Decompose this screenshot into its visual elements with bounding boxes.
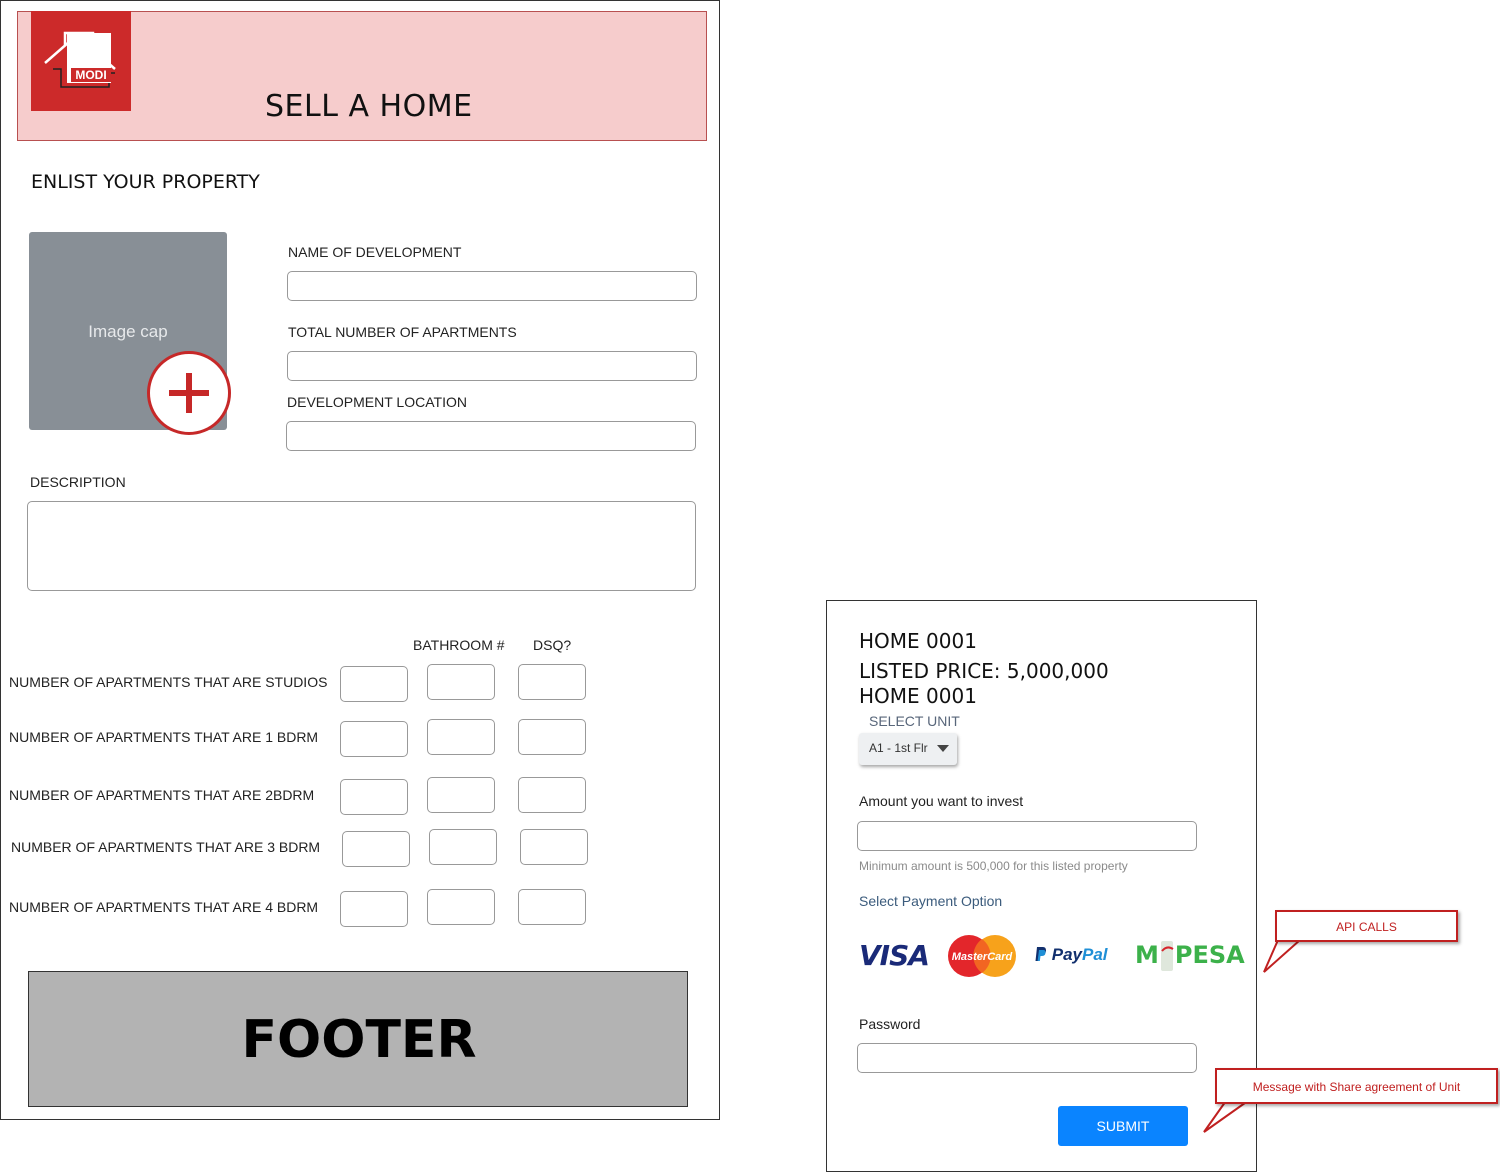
3bdrm-count-input[interactable] <box>342 831 410 867</box>
plus-icon <box>169 373 209 413</box>
studio-row-label: NUMBER OF APARTMENTS THAT ARE STUDIOS <box>9 674 328 690</box>
studio-bathroom-input[interactable] <box>427 664 495 700</box>
total-apartments-label: TOTAL NUMBER OF APARTMENTS <box>288 324 517 340</box>
footer-text: FOOTER <box>241 1010 477 1070</box>
logo-text: MODI <box>75 68 106 82</box>
mastercard-icon: MasterCard <box>948 935 1016 977</box>
4bdrm-bathroom-input[interactable] <box>427 889 495 925</box>
image-placeholder-label: Image cap <box>88 322 168 341</box>
visa-option[interactable]: VISA <box>859 939 930 972</box>
paypal-option[interactable]: PayPal <box>1035 945 1108 965</box>
modi-logo: MODI <box>31 11 131 111</box>
select-unit-label: SELECT UNIT <box>869 713 960 729</box>
invest-panel: HOME 0001 LISTED PRICE: 5,000,000 HOME 0… <box>826 600 1257 1172</box>
password-input[interactable] <box>857 1043 1197 1073</box>
3bdrm-bathroom-input[interactable] <box>429 829 497 865</box>
dsq-column-header: DSQ? <box>533 637 572 653</box>
page-footer: FOOTER <box>28 971 688 1107</box>
submit-button[interactable]: SUBMIT <box>1058 1106 1188 1146</box>
4bdrm-dsq-input[interactable] <box>518 889 586 925</box>
invest-amount-label: Amount you want to invest <box>859 793 1024 809</box>
total-apartments-input[interactable] <box>287 351 697 381</box>
minimum-amount-note: Minimum amount is 500,000 for this liste… <box>859 859 1128 873</box>
password-label: Password <box>859 1016 921 1032</box>
house-logo-icon: MODI <box>44 31 116 88</box>
sell-home-panel: MODI SELL A HOME ENLIST YOUR PROPERTY Im… <box>0 0 720 1120</box>
share-agreement-callout: Message with Share agreement of Unit <box>1215 1068 1498 1104</box>
2bdrm-bathroom-input[interactable] <box>427 777 495 813</box>
mpesa-text-m: M <box>1135 941 1159 969</box>
invest-amount-input[interactable] <box>857 821 1197 851</box>
caret-down-icon <box>937 745 949 752</box>
4bdrm-count-input[interactable] <box>340 891 408 927</box>
development-name-label: NAME OF DEVELOPMENT <box>288 244 462 260</box>
1bdrm-bathroom-input[interactable] <box>427 719 495 755</box>
unit-select-value: A1 - 1st Flr <box>869 741 928 755</box>
4bdrm-row-label: NUMBER OF APARTMENTS THAT ARE 4 BDRM <box>9 899 319 915</box>
studio-count-input[interactable] <box>340 666 408 702</box>
3bdrm-dsq-input[interactable] <box>520 829 588 865</box>
1bdrm-row-label: NUMBER OF APARTMENTS THAT ARE 1 BDRM <box>9 729 319 745</box>
1bdrm-dsq-input[interactable] <box>518 719 586 755</box>
phone-icon <box>1160 941 1174 971</box>
api-calls-callout: API CALLS <box>1275 910 1458 942</box>
paypal-text-pay: Pay <box>1051 945 1082 964</box>
1bdrm-count-input[interactable] <box>340 721 408 757</box>
development-name-input[interactable] <box>287 271 697 301</box>
2bdrm-count-input[interactable] <box>340 779 408 815</box>
paypal-text-pal: Pal <box>1081 945 1108 964</box>
listed-price: LISTED PRICE: 5,000,000 <box>859 659 1109 683</box>
payment-option-label: Select Payment Option <box>859 893 1003 909</box>
mastercard-option[interactable]: MasterCard <box>947 934 1017 978</box>
2bdrm-dsq-input[interactable] <box>518 777 586 813</box>
location-label: DEVELOPMENT LOCATION <box>287 394 467 410</box>
location-input[interactable] <box>286 421 696 451</box>
2bdrm-row-label: NUMBER OF APARTMENTS THAT ARE 2BDRM <box>9 787 315 803</box>
mastercard-text: MasterCard <box>952 951 1013 963</box>
section-title: ENLIST YOUR PROPERTY <box>31 171 260 193</box>
unit-select[interactable]: A1 - 1st Flr <box>859 733 957 765</box>
description-textarea[interactable] <box>27 501 696 591</box>
description-label: DESCRIPTION <box>30 474 126 490</box>
page-title: SELL A HOME <box>265 89 473 124</box>
home-id-secondary: HOME 0001 <box>859 684 977 708</box>
bathroom-column-header: BATHROOM # <box>413 637 505 653</box>
add-photo-button[interactable] <box>147 351 231 435</box>
paypal-icon <box>1035 947 1046 961</box>
home-id: HOME 0001 <box>859 629 977 653</box>
3bdrm-row-label: NUMBER OF APARTMENTS THAT ARE 3 BDRM <box>11 839 321 855</box>
studio-dsq-input[interactable] <box>518 664 586 700</box>
